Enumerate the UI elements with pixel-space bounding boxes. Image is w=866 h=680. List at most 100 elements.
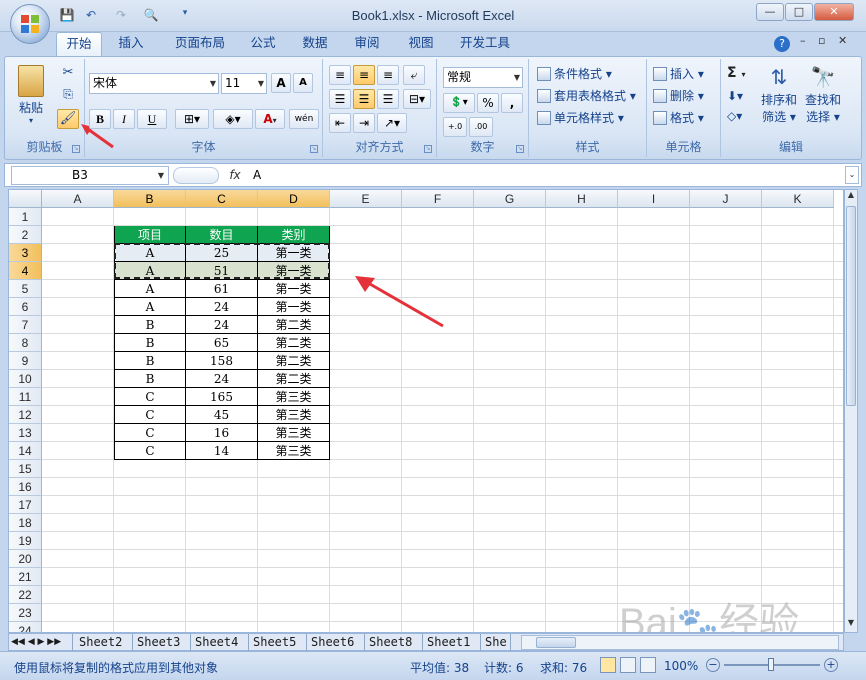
decrease-decimal-button[interactable]: .00 <box>469 117 493 137</box>
cut-icon[interactable]: ✂ <box>59 65 77 83</box>
office-button[interactable] <box>10 4 50 44</box>
sheet-tab-sheet1[interactable]: Sheet1 <box>423 634 481 651</box>
page-break-view-icon[interactable] <box>640 657 656 673</box>
table-cell[interactable]: 第二类 <box>258 352 330 370</box>
row-header-9[interactable]: 9 <box>9 352 42 370</box>
column-header-g[interactable]: G <box>474 190 546 208</box>
row-header-4[interactable]: 4 <box>9 262 42 280</box>
table-cell[interactable]: 24 <box>186 370 258 388</box>
table-header-cell[interactable]: 项目 <box>114 226 186 244</box>
column-header-e[interactable]: E <box>330 190 402 208</box>
italic-button[interactable]: I <box>113 109 135 129</box>
select-all-corner[interactable] <box>9 190 42 208</box>
table-cell[interactable]: 14 <box>186 442 258 460</box>
column-header-h[interactable]: H <box>546 190 618 208</box>
row-header-18[interactable]: 18 <box>9 514 42 532</box>
undo-icon[interactable]: ↶ <box>82 8 100 24</box>
insert-function-button[interactable]: fx <box>225 166 245 185</box>
accounting-format-icon[interactable]: 💲▾ <box>443 93 475 113</box>
zoom-slider-thumb[interactable] <box>768 658 774 671</box>
minimize-button[interactable]: — <box>756 3 784 21</box>
sort-filter-button[interactable]: ⇅ 排序和 筛选 ▾ <box>759 63 799 125</box>
row-header-11[interactable]: 11 <box>9 388 42 406</box>
ribbon-restore-icon[interactable]: ▫ <box>818 34 825 47</box>
font-size-select[interactable]: 11 ▼ <box>221 73 267 94</box>
zoom-in-icon[interactable]: + <box>824 658 838 672</box>
align-middle-icon[interactable]: ≡ <box>353 65 375 85</box>
sheet-tab-sheet5[interactable]: Sheet5 <box>249 634 307 651</box>
tab-data[interactable]: 数据 <box>292 32 338 56</box>
page-layout-view-icon[interactable] <box>620 657 636 673</box>
table-cell[interactable]: 第二类 <box>258 370 330 388</box>
table-cell[interactable]: A <box>114 244 186 262</box>
formula-bar-splitter[interactable] <box>173 167 219 184</box>
table-cell[interactable]: 16 <box>186 424 258 442</box>
bold-button[interactable]: B <box>89 109 111 129</box>
format-cells-button[interactable]: 格式 ▾ <box>653 109 704 127</box>
row-header-12[interactable]: 12 <box>9 406 42 424</box>
table-cell[interactable]: 第二类 <box>258 316 330 334</box>
column-header-d[interactable]: D <box>258 190 330 208</box>
column-header-i[interactable]: I <box>618 190 690 208</box>
sheet-tab-sheet6[interactable]: Sheet6 <box>307 634 365 651</box>
table-cell[interactable]: C <box>114 424 186 442</box>
scroll-up-icon[interactable]: ▲ <box>845 190 857 204</box>
table-cell[interactable]: C <box>114 442 186 460</box>
orientation-icon[interactable]: ↗▾ <box>377 113 407 133</box>
table-cell[interactable]: B <box>114 352 186 370</box>
row-header-23[interactable]: 23 <box>9 604 42 622</box>
sheet-tab-sheet2[interactable]: Sheet2 <box>75 634 133 651</box>
increase-indent-icon[interactable]: ⇥ <box>353 113 375 133</box>
paste-button[interactable]: 粘贴 ▾ <box>13 63 49 125</box>
borders-button[interactable]: ⊞▾ <box>175 109 209 129</box>
row-header-13[interactable]: 13 <box>9 424 42 442</box>
row-header-5[interactable]: 5 <box>9 280 42 298</box>
scroll-down-icon[interactable]: ▼ <box>845 618 857 632</box>
shrink-font-button[interactable]: A <box>293 73 313 93</box>
table-cell[interactable]: 65 <box>186 334 258 352</box>
cell-styles-button[interactable]: 单元格样式 ▾ <box>537 109 624 127</box>
column-header-j[interactable]: J <box>690 190 762 208</box>
fill-icon[interactable]: ⬇▾ <box>727 89 743 103</box>
table-cell[interactable]: 第一类 <box>258 262 330 280</box>
table-cell[interactable]: 61 <box>186 280 258 298</box>
ribbon-minimize-icon[interactable]: – <box>800 34 806 47</box>
table-cell[interactable]: 第一类 <box>258 244 330 262</box>
table-cell[interactable]: A <box>114 262 186 280</box>
conditional-formatting-button[interactable]: 条件格式 ▾ <box>537 65 612 83</box>
table-cell[interactable]: 45 <box>186 406 258 424</box>
table-cell[interactable]: B <box>114 334 186 352</box>
column-header-f[interactable]: F <box>402 190 474 208</box>
row-header-19[interactable]: 19 <box>9 532 42 550</box>
clear-icon[interactable]: ◇▾ <box>727 109 742 123</box>
row-header-7[interactable]: 7 <box>9 316 42 334</box>
alignment-dialog-launcher-icon[interactable]: ↘ <box>424 145 432 153</box>
phonetic-button[interactable]: wén <box>289 109 319 129</box>
row-header-2[interactable]: 2 <box>9 226 42 244</box>
table-cell[interactable]: 第三类 <box>258 442 330 460</box>
tab-page-layout[interactable]: 页面布局 <box>162 32 238 56</box>
save-icon[interactable]: 💾 <box>58 8 76 24</box>
table-cell[interactable]: 第三类 <box>258 388 330 406</box>
copy-icon[interactable]: ⎘ <box>59 87 77 105</box>
decrease-indent-icon[interactable]: ⇤ <box>329 113 351 133</box>
row-header-17[interactable]: 17 <box>9 496 42 514</box>
sheet-tab-sheet4[interactable]: Sheet4 <box>191 634 249 651</box>
find-select-button[interactable]: 🔭 查找和 选择 ▾ <box>801 63 845 125</box>
row-header-16[interactable]: 16 <box>9 478 42 496</box>
table-cell[interactable]: 24 <box>186 298 258 316</box>
underline-button[interactable]: U <box>137 109 167 129</box>
table-cell[interactable]: 158 <box>186 352 258 370</box>
help-icon[interactable]: ? <box>774 36 790 52</box>
row-header-14[interactable]: 14 <box>9 442 42 460</box>
row-header-6[interactable]: 6 <box>9 298 42 316</box>
percent-button[interactable]: % <box>477 93 499 113</box>
font-name-select[interactable]: 宋体 ▼ <box>89 73 219 94</box>
tab-view[interactable]: 视图 <box>398 32 444 56</box>
table-header-cell[interactable]: 数目 <box>186 226 258 244</box>
worksheet-grid[interactable]: ABCDEFGHIJK 1 2 3 4 5 6 7 8 9 10 11 12 13 14 15 16 17 18 1… <box>8 189 844 633</box>
tab-formulas[interactable]: 公式 <box>240 32 286 56</box>
qat-customize-icon[interactable]: ▾ <box>176 8 194 24</box>
row-header-20[interactable]: 20 <box>9 550 42 568</box>
table-cell[interactable]: C <box>114 406 186 424</box>
